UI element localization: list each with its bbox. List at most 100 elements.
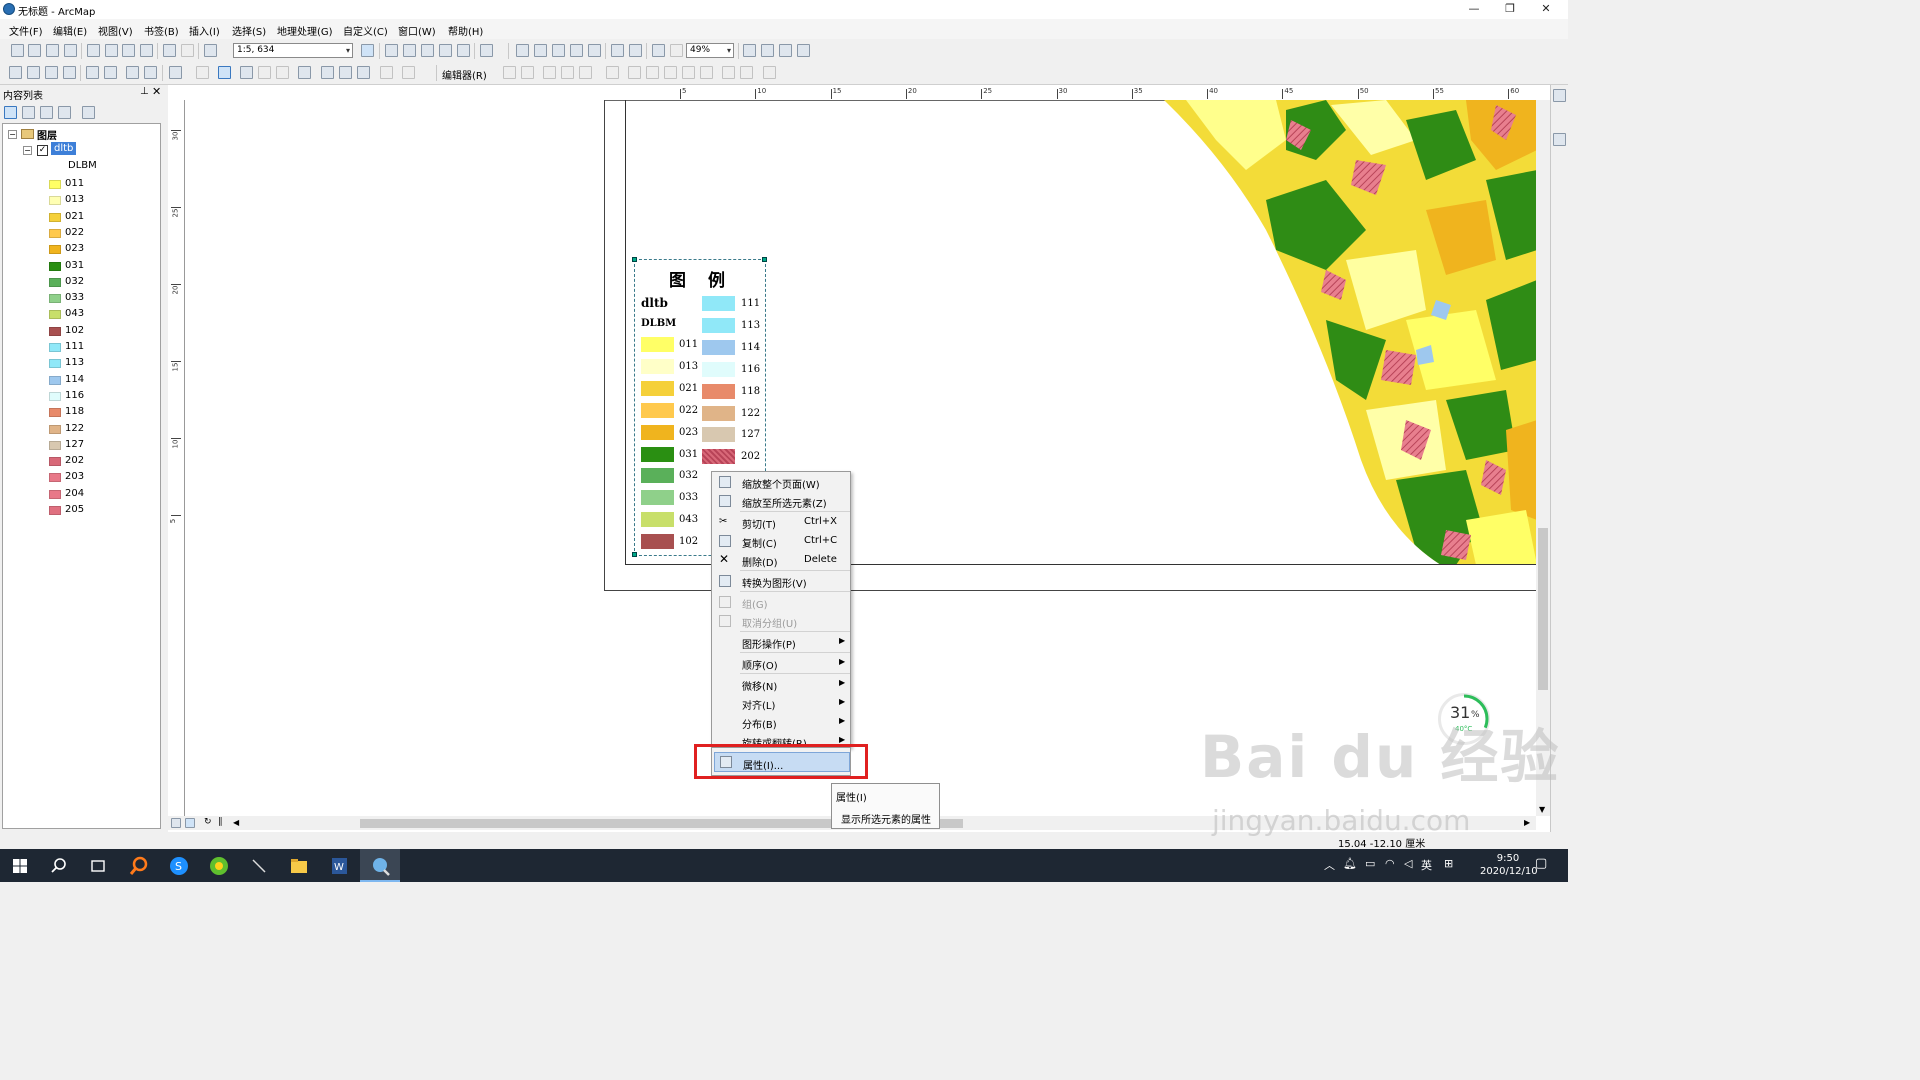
skype-icon[interactable]: S <box>168 855 190 877</box>
python-window-icon[interactable] <box>457 44 470 57</box>
zoom-out-icon[interactable] <box>27 66 40 79</box>
toc-class-label[interactable]: 116 <box>65 390 84 401</box>
close-window-button[interactable]: ✕ <box>1524 0 1568 19</box>
menu-zoom-whole-page[interactable]: 缩放整个页面(W) <box>712 473 850 491</box>
toc-symbol-swatch[interactable] <box>49 343 61 352</box>
change-layout-icon[interactable] <box>779 44 792 57</box>
menu-help[interactable]: 帮助(H) <box>448 23 483 38</box>
select-features-icon[interactable] <box>169 66 182 79</box>
toc-class-label[interactable]: 113 <box>65 357 84 368</box>
list-by-drawing-order-icon[interactable] <box>4 106 17 119</box>
sketch-properties-icon[interactable] <box>740 66 753 79</box>
save-icon[interactable] <box>46 44 59 57</box>
collapse-icon[interactable]: − <box>8 130 17 139</box>
menu-selection[interactable]: 选择(S) <box>232 23 266 38</box>
data-view-icon[interactable] <box>171 818 181 828</box>
model-builder-icon[interactable] <box>480 44 493 57</box>
layout-zoom-combo[interactable]: 49% ▾ <box>686 43 734 58</box>
pause-drawing-icon[interactable]: ∥ <box>218 817 223 827</box>
map-scale-combo[interactable]: 1:5, 634 ▾ <box>233 43 353 58</box>
menu-nudge[interactable]: 微移(N) ▶ <box>712 675 850 693</box>
pen-tool-icon[interactable] <box>248 855 270 877</box>
toc-class-label[interactable]: 118 <box>65 406 84 417</box>
pan-hand-icon[interactable] <box>45 66 58 79</box>
toc-class-label[interactable]: 127 <box>65 439 84 450</box>
arctoolbox-icon[interactable] <box>439 44 452 57</box>
toc-class-label[interactable]: 102 <box>65 325 84 336</box>
delete-icon[interactable] <box>140 44 153 57</box>
menu-convert-to-graphics[interactable]: 转换为图形(V) <box>712 572 850 590</box>
selection-handle[interactable] <box>632 257 637 262</box>
add-data-icon[interactable] <box>204 44 217 57</box>
toc-class-label[interactable]: 204 <box>65 488 84 499</box>
toc-class-label[interactable]: 011 <box>65 178 84 189</box>
notification-bell-icon[interactable]: 🔔︎ <box>1343 857 1357 870</box>
toc-symbol-swatch[interactable] <box>49 277 61 287</box>
vertical-scroll-thumb[interactable] <box>1538 528 1548 690</box>
zoom-100-icon[interactable] <box>588 44 601 57</box>
menu-customize[interactable]: 自定义(C) <box>343 23 388 38</box>
toc-class-label[interactable]: 031 <box>65 260 84 271</box>
menu-edit[interactable]: 编辑(E) <box>53 23 87 38</box>
trace-icon[interactable] <box>579 66 592 79</box>
toc-symbol-swatch[interactable] <box>49 294 61 304</box>
menu-align[interactable]: 对齐(L) ▶ <box>712 694 850 712</box>
toc-class-label[interactable]: 033 <box>65 292 84 303</box>
point-icon[interactable] <box>606 66 619 79</box>
toc-class-label[interactable]: 205 <box>65 504 84 515</box>
toc-symbol-swatch[interactable] <box>49 457 61 467</box>
horizontal-ruler[interactable]: 5 10 15 20 25 30 35 40 45 50 55 60 <box>605 87 1535 101</box>
copy-icon[interactable] <box>105 44 118 57</box>
menu-graphic-operations[interactable]: 图形操作(P) ▶ <box>712 633 850 651</box>
windows-start-icon[interactable] <box>9 855 31 877</box>
full-extent-globe-icon[interactable] <box>63 66 76 79</box>
toc-symbol-swatch[interactable] <box>49 391 61 401</box>
toc-symbol-swatch[interactable] <box>49 310 61 320</box>
html-popup-icon[interactable] <box>276 66 289 79</box>
vertical-ruler[interactable]: 30 25 20 15 10 5 <box>168 100 185 816</box>
ime-mode-icon[interactable]: ⊞ <box>1444 857 1453 870</box>
toc-class-label[interactable]: 022 <box>65 227 84 238</box>
scroll-right-arrow-icon[interactable]: ▶ <box>1524 818 1530 827</box>
toc-symbol-swatch[interactable] <box>49 440 61 450</box>
zoom-whole-page-icon[interactable] <box>570 44 583 57</box>
search-icon[interactable] <box>48 855 70 877</box>
vertical-scrollbar[interactable]: ▼ <box>1536 100 1550 816</box>
layer-visibility-checkbox[interactable]: ✓ <box>37 145 48 156</box>
create-viewer-window-icon[interactable] <box>402 66 415 79</box>
list-by-source-icon[interactable] <box>22 106 35 119</box>
attributes-icon[interactable] <box>722 66 735 79</box>
data-driven-pages-icon[interactable] <box>797 44 810 57</box>
toc-symbol-swatch[interactable] <box>49 506 61 515</box>
toc-symbol-swatch[interactable] <box>49 228 61 238</box>
fixed-zoom-out-icon[interactable] <box>629 44 642 57</box>
split-icon[interactable] <box>682 66 695 79</box>
toc-class-label[interactable]: 023 <box>65 243 84 254</box>
open-icon[interactable] <box>28 44 41 57</box>
identify-info-icon[interactable] <box>240 66 253 79</box>
toc-symbol-swatch[interactable] <box>49 489 61 499</box>
fixed-zoom-in-icon[interactable] <box>611 44 624 57</box>
refresh-icon[interactable]: ↻ <box>204 817 212 827</box>
toc-class-label[interactable]: 114 <box>65 374 84 385</box>
end-point-arc-icon[interactable] <box>561 66 574 79</box>
zoom-in-icon[interactable] <box>9 66 22 79</box>
list-by-visibility-icon[interactable] <box>40 106 53 119</box>
menu-cut[interactable]: ✂ 剪切(T) Ctrl+X <box>712 513 850 531</box>
cut-icon[interactable] <box>87 44 100 57</box>
layout-view-icon[interactable] <box>185 818 195 828</box>
create-features-icon[interactable] <box>763 66 776 79</box>
system-clock[interactable]: 9:50 2020/12/10 <box>1480 852 1538 878</box>
go-forward-extent-icon[interactable] <box>670 44 683 57</box>
menu-insert[interactable]: 插入(I) <box>189 23 220 38</box>
selection-handle[interactable] <box>632 552 637 557</box>
menu-delete[interactable]: ✕ 删除(D) Delete <box>712 551 850 569</box>
table-of-contents-icon[interactable] <box>385 44 398 57</box>
straight-segment-icon[interactable] <box>543 66 556 79</box>
focus-data-frame-icon[interactable] <box>761 44 774 57</box>
find-route-icon[interactable] <box>339 66 352 79</box>
toc-class-label[interactable]: 111 <box>65 341 84 352</box>
undo-icon[interactable] <box>163 44 176 57</box>
rotate-icon[interactable] <box>700 66 713 79</box>
list-by-selection-icon[interactable] <box>58 106 71 119</box>
